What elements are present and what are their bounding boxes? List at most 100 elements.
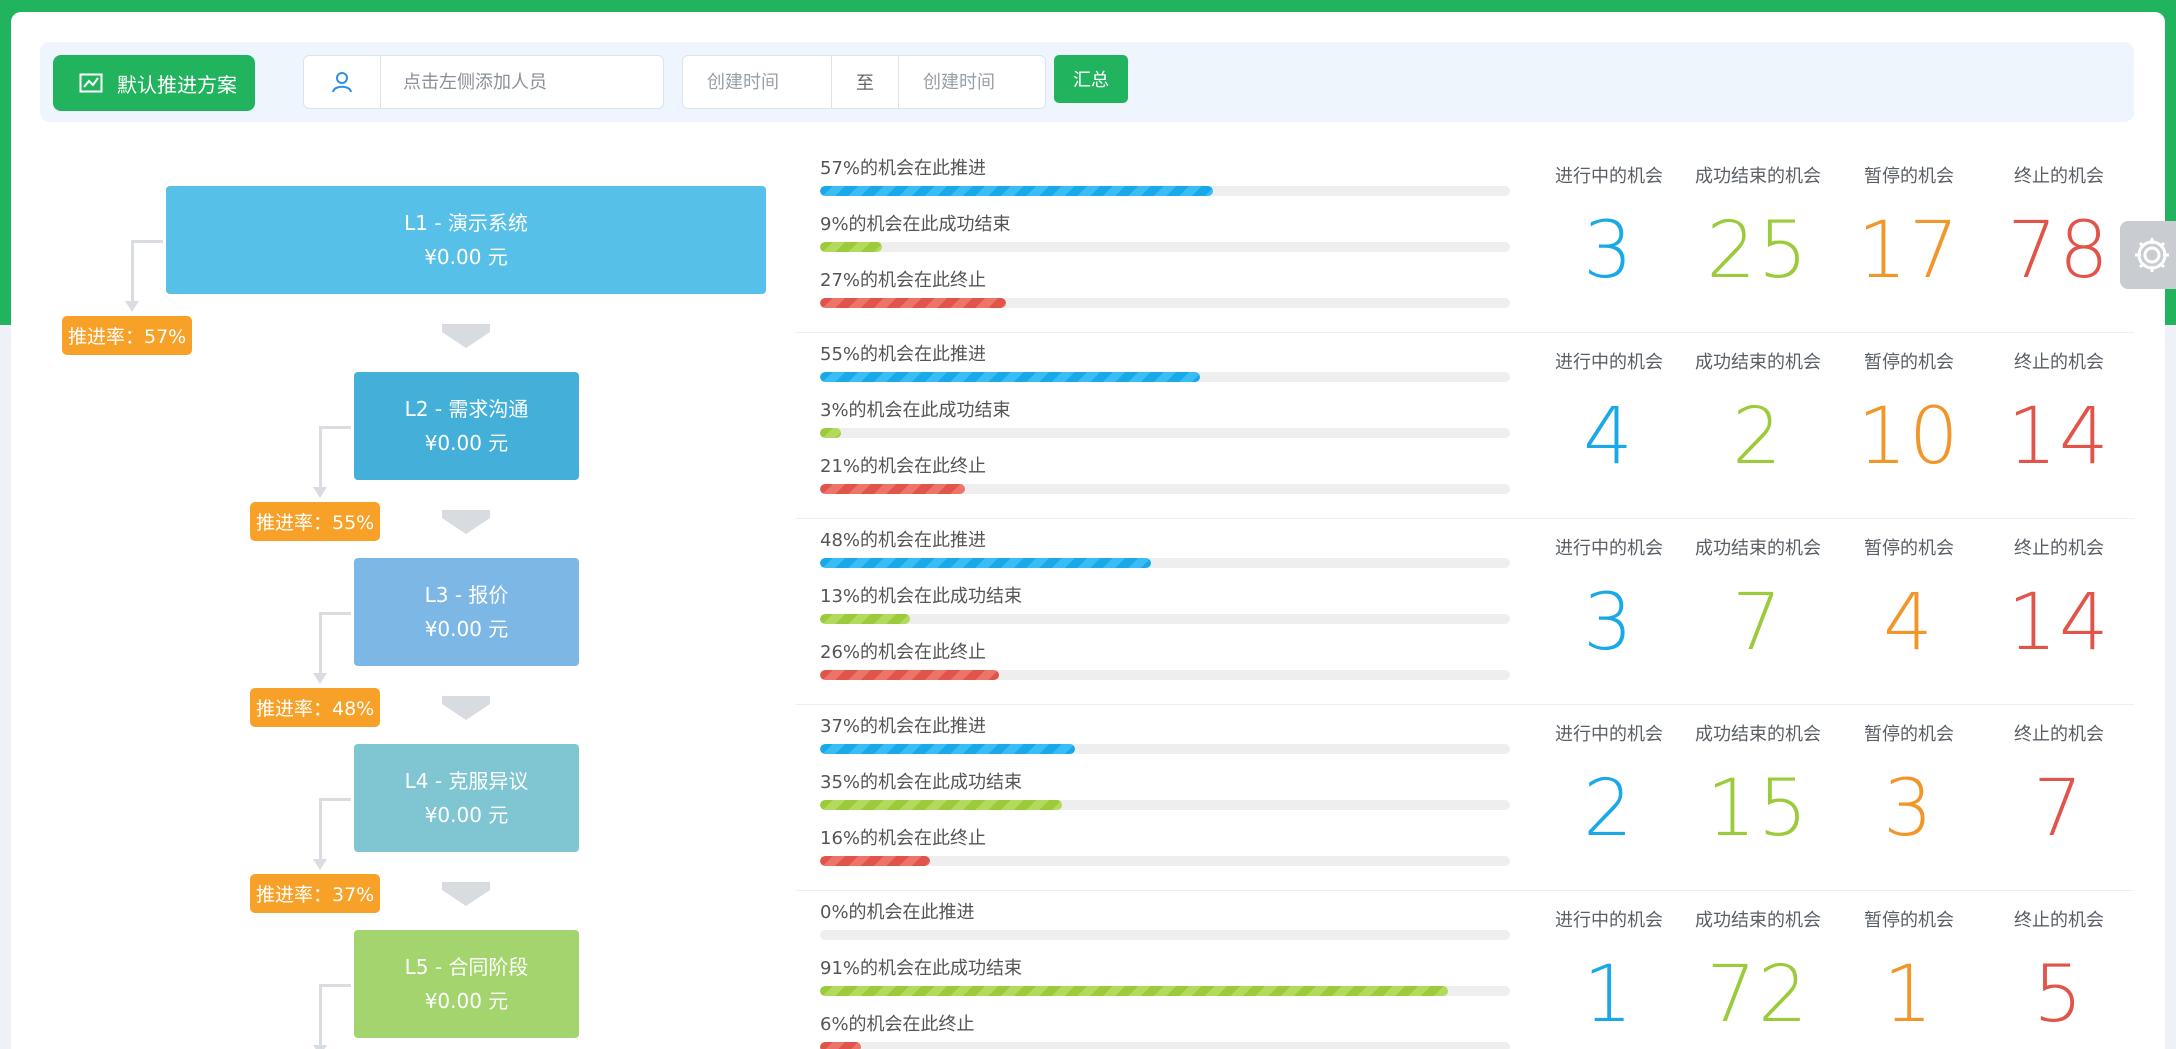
funnel-stage[interactable]: L4 - 克服异议 ¥0.00 元 <box>354 744 579 852</box>
progress-track <box>820 670 1510 680</box>
advance-rate-badge: 推进率：57% <box>62 316 193 355</box>
progress-fill <box>820 558 1152 568</box>
progress-fill <box>820 856 931 866</box>
advance-rate-badge: 推进率：37% <box>250 874 381 913</box>
bar-label: 26%的机会在此终止 <box>820 642 987 663</box>
stat-label: 成功结束的机会 <box>1695 166 1821 187</box>
bar-label: 6%的机会在此终止 <box>820 1014 975 1035</box>
progress-track <box>820 930 1510 940</box>
chevron-down-icon <box>442 882 490 906</box>
stage-amount: ¥0.00 元 <box>424 989 509 1013</box>
connector-arrow <box>313 426 351 498</box>
progress-track <box>820 986 1510 996</box>
progress-track <box>820 614 1510 624</box>
row-divider <box>796 518 2134 519</box>
funnel-stage[interactable]: L1 - 演示系统 ¥0.00 元 <box>166 186 766 294</box>
stat-label: 成功结束的机会 <box>1695 724 1821 745</box>
stat-count[interactable]: 2 <box>1539 764 1679 854</box>
stat-label: 终止的机会 <box>2014 910 2104 931</box>
date-start-input[interactable] <box>683 57 831 107</box>
progress-track <box>820 186 1510 196</box>
bar-label: 16%的机会在此终止 <box>820 828 987 849</box>
progress-track <box>820 242 1510 252</box>
progress-fill <box>820 428 841 438</box>
progress-fill <box>820 186 1214 196</box>
bar-label: 48%的机会在此推进 <box>820 530 987 551</box>
stat-count[interactable]: 10 <box>1839 392 1979 482</box>
connector-arrow <box>313 612 351 684</box>
stat-label: 暂停的机会 <box>1864 724 1954 745</box>
progress-fill <box>820 744 1076 754</box>
stat-label: 进行中的机会 <box>1555 538 1663 559</box>
advance-rate-badge: 推进率：55% <box>250 502 381 541</box>
stat-count[interactable]: 15 <box>1688 764 1828 854</box>
bar-label: 9%的机会在此成功结束 <box>820 214 1011 235</box>
stage-amount: ¥0.00 元 <box>424 431 509 455</box>
chevron-down-icon <box>442 324 490 348</box>
row-divider <box>796 704 2134 705</box>
bar-label: 3%的机会在此成功结束 <box>820 400 1011 421</box>
bar-label: 35%的机会在此成功结束 <box>820 772 1023 793</box>
bar-label: 55%的机会在此推进 <box>820 344 987 365</box>
stat-label: 终止的机会 <box>2014 166 2104 187</box>
stat-count[interactable]: 7 <box>1989 764 2129 854</box>
progress-track <box>820 744 1510 754</box>
stage-name: L1 - 演示系统 <box>404 211 528 235</box>
advance-rate-badge: 推进率：48% <box>250 688 381 727</box>
stat-label: 进行中的机会 <box>1555 724 1663 745</box>
stat-count[interactable]: 3 <box>1839 764 1979 854</box>
chart-icon <box>79 73 103 93</box>
progress-fill <box>820 242 883 252</box>
stat-count[interactable]: 3 <box>1539 578 1679 668</box>
date-end-input[interactable] <box>899 57 1045 107</box>
bar-label: 37%的机会在此推进 <box>820 716 987 737</box>
stat-count[interactable]: 2 <box>1688 392 1828 482</box>
plan-button-label: 默认推进方案 <box>117 72 237 97</box>
stat-count[interactable]: 78 <box>1989 206 2129 296</box>
stat-count[interactable]: 4 <box>1539 392 1679 482</box>
connector-arrow <box>313 798 351 870</box>
connector-arrow <box>313 984 351 1049</box>
stat-label: 进行中的机会 <box>1555 352 1663 373</box>
progress-track <box>820 800 1510 810</box>
person-picker-icon-box[interactable] <box>304 56 381 108</box>
user-icon <box>332 72 352 93</box>
stat-label: 成功结束的机会 <box>1695 910 1821 931</box>
stat-label: 暂停的机会 <box>1864 352 1954 373</box>
funnel-stage[interactable]: L2 - 需求沟通 ¥0.00 元 <box>354 372 579 480</box>
stat-count[interactable]: 1 <box>1839 950 1979 1040</box>
stat-label: 暂停的机会 <box>1864 166 1954 187</box>
person-picker <box>303 55 664 109</box>
stat-count[interactable]: 7 <box>1688 578 1828 668</box>
progress-track <box>820 484 1510 494</box>
gear-icon <box>2135 238 2169 272</box>
stat-count[interactable]: 25 <box>1688 206 1828 296</box>
progress-fill <box>820 800 1062 810</box>
stat-count[interactable]: 1 <box>1539 950 1679 1040</box>
stat-label: 终止的机会 <box>2014 538 2104 559</box>
stat-label: 暂停的机会 <box>1864 538 1954 559</box>
funnel-stage[interactable]: L5 - 合同阶段 ¥0.00 元 <box>354 930 579 1038</box>
progress-track <box>820 298 1510 308</box>
summary-button[interactable]: 汇总 <box>1054 55 1128 103</box>
funnel-stage[interactable]: L3 - 报价 ¥0.00 元 <box>354 558 579 666</box>
progress-fill <box>820 670 1000 680</box>
stage-amount: ¥0.00 元 <box>424 245 508 269</box>
stage-amount: ¥0.00 元 <box>424 803 509 827</box>
stat-count[interactable]: 72 <box>1688 950 1828 1040</box>
person-input[interactable] <box>381 57 661 107</box>
stat-count[interactable]: 17 <box>1839 206 1979 296</box>
row-divider <box>796 332 2134 333</box>
stat-label: 暂停的机会 <box>1864 910 1954 931</box>
default-plan-button[interactable]: 默认推进方案 <box>53 55 255 111</box>
stat-count[interactable]: 3 <box>1539 206 1679 296</box>
connector-arrow <box>125 240 163 312</box>
stat-count[interactable]: 5 <box>1989 950 2129 1040</box>
stat-label: 进行中的机会 <box>1555 910 1663 931</box>
stat-label: 终止的机会 <box>2014 724 2104 745</box>
stat-count[interactable]: 4 <box>1839 578 1979 668</box>
stat-count[interactable]: 14 <box>1989 392 2129 482</box>
chevron-down-icon <box>442 510 490 534</box>
stat-count[interactable]: 14 <box>1989 578 2129 668</box>
stage-name: L3 - 报价 <box>424 583 509 607</box>
